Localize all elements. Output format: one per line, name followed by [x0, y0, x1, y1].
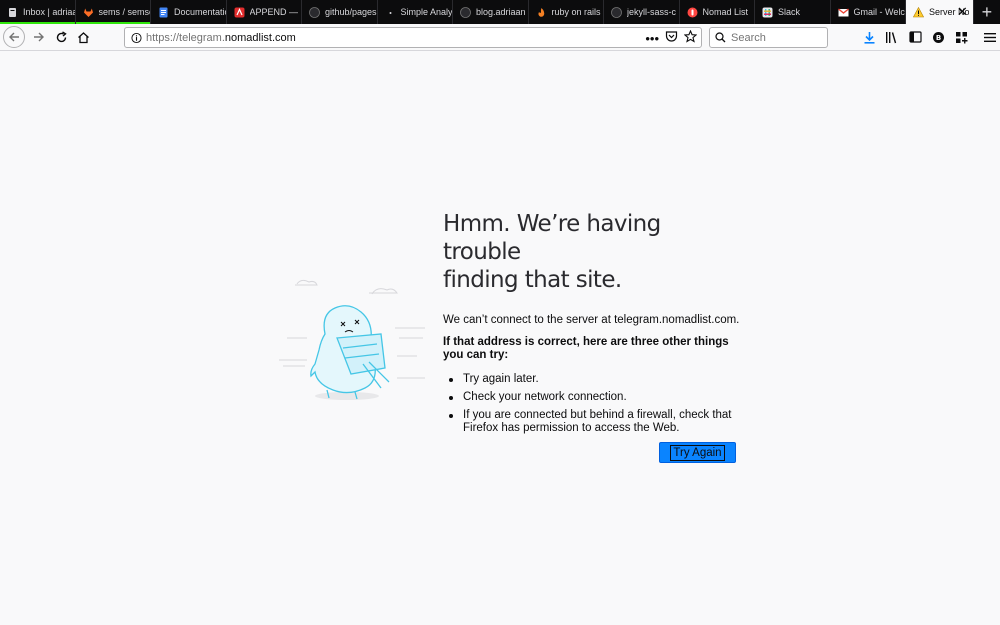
- extension-button[interactable]: B: [929, 27, 947, 47]
- library-button[interactable]: [883, 27, 901, 47]
- tab-strip: Inbox | adriaa sems / semsol Documentation…: [0, 0, 1000, 24]
- suggestion-item: Try again later.: [443, 373, 743, 386]
- tab-label: Simple Analytics: [400, 7, 453, 17]
- try-again-label: Try Again: [670, 444, 725, 461]
- search-bar[interactable]: [709, 27, 828, 48]
- tab-label: Documentation: [174, 7, 226, 17]
- tab-list: Inbox | adriaa sems / semsol Documentation…: [0, 0, 906, 24]
- append-icon: [234, 7, 245, 18]
- page-actions-icon[interactable]: •••: [645, 32, 659, 46]
- tab[interactable]: APPEND — Re: [227, 0, 302, 24]
- tab-label: jekyll-sass-c: [627, 7, 677, 17]
- url-prefix: https://telegram.: [146, 31, 225, 44]
- forward-button[interactable]: [28, 26, 50, 48]
- tab-label: APPEND — Re: [249, 7, 302, 17]
- tab[interactable]: Inbox | adriaa: [0, 0, 76, 24]
- error-title-line-1: Hmm. We’re having trouble: [443, 211, 661, 265]
- pocket-icon[interactable]: [665, 30, 678, 48]
- github-icon: [460, 6, 471, 18]
- envelope-icon: [7, 7, 18, 18]
- sad-creature-illustration: [279, 279, 425, 400]
- search-icon: [715, 32, 726, 43]
- document-icon: [158, 7, 169, 18]
- back-button[interactable]: [3, 26, 25, 48]
- tab-label: Slack: [778, 7, 801, 17]
- forward-arrow-icon: [34, 32, 44, 42]
- tab[interactable]: Simple Analytics: [378, 0, 453, 24]
- info-icon[interactable]: [131, 32, 142, 43]
- toolbar-actions: B: [860, 27, 999, 47]
- extension-icon: B: [932, 31, 944, 43]
- sidebar-button[interactable]: [906, 27, 924, 47]
- error-description: We can’t connect to the server at telegr…: [443, 314, 740, 326]
- tab[interactable]: Documentation: [151, 0, 227, 24]
- suggestion-item: If you are connected but behind a firewa…: [443, 409, 743, 435]
- github-icon: [611, 6, 622, 18]
- nomad-icon: [687, 7, 698, 18]
- error-title-line-2: finding that site.: [443, 267, 622, 293]
- github-icon: [309, 6, 320, 18]
- tab-label: Nomad List: [702, 7, 749, 17]
- svg-text:B: B: [935, 34, 940, 42]
- home-icon: [77, 31, 89, 43]
- reload-icon: [56, 30, 67, 42]
- suggestion-list: Try again later. Check your network conn…: [443, 373, 743, 435]
- navigation-bar: https://telegram.nomadlist.com ••• B: [0, 24, 1000, 51]
- flame-icon: [536, 7, 547, 18]
- tab[interactable]: github/pages: [302, 0, 378, 24]
- containers-button[interactable]: [952, 27, 970, 47]
- slack-icon: [762, 7, 773, 18]
- suggestion-item: Check your network connection.: [443, 391, 743, 404]
- error-title: Hmm. We’re having trouble finding that s…: [443, 210, 743, 294]
- new-tab-button[interactable]: +: [974, 0, 1000, 24]
- gmail-icon: [837, 7, 849, 18]
- bookmark-star-icon[interactable]: [683, 29, 698, 48]
- back-arrow-icon: [9, 32, 19, 42]
- tab-label: Inbox | adriaa: [23, 7, 75, 17]
- downloads-button[interactable]: [860, 27, 878, 47]
- error-hint: If that address is correct, here are thr…: [443, 336, 729, 361]
- tab-label: github/pages: [325, 7, 377, 17]
- gitlab-icon: [83, 7, 94, 18]
- warning-icon: [913, 6, 924, 18]
- dot-icon: [385, 7, 396, 18]
- tab-label: sems / semsol: [98, 7, 151, 17]
- tab[interactable]: blog.adriaan: [453, 0, 529, 24]
- tab[interactable]: ruby on rails: [529, 0, 604, 24]
- tab[interactable]: Nomad List: [680, 0, 755, 24]
- tab[interactable]: sems / semsol: [75, 0, 151, 24]
- try-again-button[interactable]: Try Again: [659, 442, 736, 463]
- tab[interactable]: Gmail - Welc: [831, 0, 906, 24]
- tab-label: blog.adriaan: [476, 7, 526, 17]
- library-icon: [886, 31, 897, 43]
- search-input[interactable]: [731, 31, 819, 44]
- tab[interactable]: jekyll-sass-c: [604, 0, 680, 24]
- error-page: Hmm. We’re having trouble finding that s…: [443, 210, 743, 440]
- reload-button[interactable]: [50, 26, 72, 48]
- close-tab-icon[interactable]: ✕: [957, 5, 968, 18]
- grid-icon: [955, 31, 967, 43]
- menu-button[interactable]: [981, 27, 999, 47]
- url-domain: nomadlist.com: [224, 31, 296, 44]
- tab-server-not-found[interactable]: Server Not Found ✕: [906, 0, 974, 24]
- url-bar[interactable]: https://telegram.nomadlist.com •••: [124, 27, 702, 48]
- tab[interactable]: Slack: [755, 0, 831, 24]
- tab-label: Gmail - Welc: [853, 7, 905, 17]
- download-icon: [864, 31, 874, 44]
- tab-label: ruby on rails: [551, 7, 601, 17]
- sidebar-icon: [908, 31, 922, 43]
- hamburger-menu-icon: [984, 32, 996, 42]
- url-bar-actions: •••: [645, 29, 698, 48]
- url-text[interactable]: https://telegram.nomadlist.com: [146, 32, 296, 44]
- home-button[interactable]: [72, 26, 94, 48]
